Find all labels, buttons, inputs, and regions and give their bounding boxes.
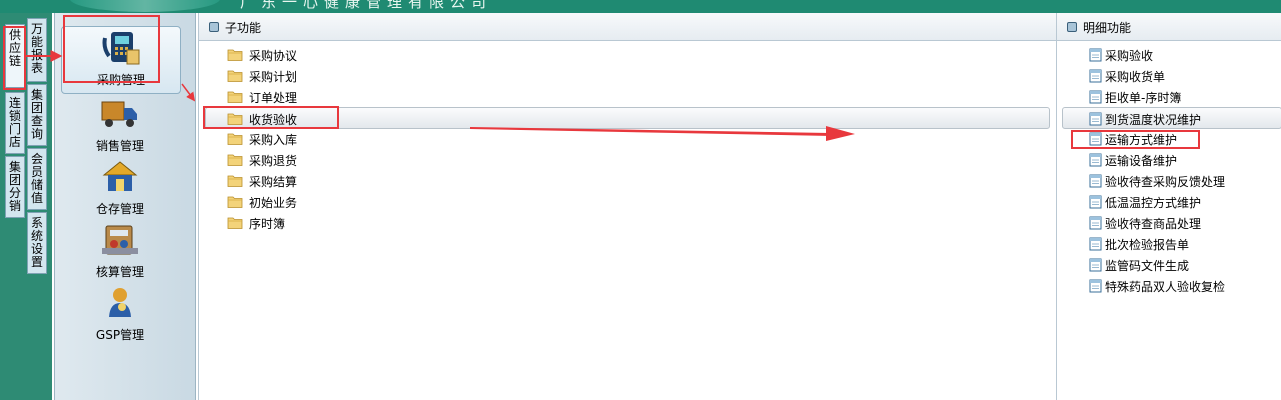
sub-function-item-label: 采购协议 bbox=[249, 49, 298, 63]
sub-function-item[interactable]: 采购协议 bbox=[199, 44, 1056, 64]
document-icon bbox=[1087, 258, 1103, 272]
detail-function-item[interactable]: 批次检验报告单 bbox=[1057, 233, 1281, 253]
sub-function-item[interactable]: 序时簿 bbox=[199, 212, 1056, 232]
document-icon bbox=[1087, 195, 1103, 209]
sub-function-item-label: 订单处理 bbox=[249, 91, 298, 105]
detail-function-item[interactable]: 验收待查采购反馈处理 bbox=[1057, 170, 1281, 190]
detail-function-header: 明细功能 bbox=[1057, 13, 1281, 41]
sub-function-item-label: 采购计划 bbox=[249, 70, 298, 84]
detail-function-item-label: 运输设备维护 bbox=[1105, 154, 1178, 168]
detail-function-item[interactable]: 监管码文件生成 bbox=[1057, 254, 1281, 274]
document-icon bbox=[1087, 279, 1103, 293]
folder-icon bbox=[227, 48, 243, 61]
banner-logo bbox=[70, 0, 220, 12]
document-icon bbox=[1087, 132, 1103, 146]
module-warehouse[interactable]: 仓存管理 bbox=[61, 156, 179, 222]
sub-function-item[interactable]: 初始业务 bbox=[199, 191, 1056, 211]
warehouse-icon bbox=[102, 161, 138, 191]
sub-function-item[interactable]: 采购入库 bbox=[199, 128, 1056, 148]
document-icon bbox=[1087, 112, 1103, 126]
document-icon bbox=[1087, 153, 1103, 167]
vtab-supply-chain[interactable]: 供应链 bbox=[5, 24, 25, 88]
detail-function-item[interactable]: 采购验收 bbox=[1057, 44, 1281, 64]
detail-function-item-label: 拒收单-序时簿 bbox=[1105, 91, 1182, 105]
sub-function-panel: 子功能 采购协议采购计划订单处理收货验收采购入库采购退货采购结算初始业务序时簿 bbox=[198, 13, 1056, 400]
person-icon bbox=[109, 288, 131, 317]
module-purchase[interactable]: 采购管理 bbox=[61, 26, 181, 94]
top-banner: 广东一心健康管理有限公司 bbox=[0, 0, 1281, 13]
truck-icon bbox=[101, 101, 137, 127]
module-accounting-label: 核算管理 bbox=[95, 265, 144, 279]
detail-function-item-label: 到货温度状况维护 bbox=[1105, 113, 1202, 127]
detail-function-item[interactable]: 拒收单-序时簿 bbox=[1057, 86, 1281, 106]
detail-function-item-label: 批次检验报告单 bbox=[1105, 238, 1190, 252]
detail-function-item[interactable]: 低温温控方式维护 bbox=[1057, 191, 1281, 211]
sub-function-item[interactable]: 采购退货 bbox=[199, 149, 1056, 169]
folder-icon bbox=[227, 153, 243, 166]
folder-icon bbox=[227, 216, 243, 229]
folder-icon bbox=[227, 174, 243, 187]
detail-function-item-label: 验收待查采购反馈处理 bbox=[1105, 175, 1226, 189]
sub-function-item-label: 序时簿 bbox=[249, 217, 286, 231]
module-sales[interactable]: 销售管理 bbox=[61, 93, 179, 159]
detail-function-item-label: 验收待查商品处理 bbox=[1105, 217, 1202, 231]
module-gsp[interactable]: GSP管理 bbox=[61, 282, 179, 348]
module-sales-label: 销售管理 bbox=[95, 139, 144, 153]
document-icon bbox=[1087, 174, 1103, 188]
sub-function-title: 子功能 bbox=[225, 21, 262, 35]
folder-icon bbox=[227, 195, 243, 208]
vtab-group-query[interactable]: 集团查询 bbox=[27, 84, 47, 146]
header-square-icon bbox=[209, 22, 219, 32]
document-icon bbox=[1087, 90, 1103, 104]
banner-title: 广东一心健康管理有限公司 bbox=[240, 0, 493, 11]
detail-function-title: 明细功能 bbox=[1083, 21, 1132, 35]
detail-function-item-label: 采购验收 bbox=[1105, 49, 1154, 63]
sub-function-item-label: 初始业务 bbox=[249, 196, 298, 210]
document-icon bbox=[1087, 216, 1103, 230]
vtab-universal-reports[interactable]: 万能报表 bbox=[27, 18, 47, 82]
detail-function-item[interactable]: 特殊药品双人验收复检 bbox=[1057, 275, 1281, 295]
vtab-system-settings[interactable]: 系统设置 bbox=[27, 212, 47, 274]
detail-function-item[interactable]: 验收待查商品处理 bbox=[1057, 212, 1281, 232]
detail-function-item-label: 低温温控方式维护 bbox=[1105, 196, 1202, 210]
detail-function-panel: 明细功能 采购验收采购收货单拒收单-序时簿到货温度状况维护 运输方式维护 运输设备维… bbox=[1056, 13, 1281, 400]
sub-function-header: 子功能 bbox=[199, 13, 1056, 41]
document-icon bbox=[1087, 69, 1103, 83]
sub-function-item[interactable]: 订单处理 bbox=[199, 86, 1056, 106]
sub-function-item[interactable]: 采购结算 bbox=[199, 170, 1056, 190]
vtab-chain-stores[interactable]: 连锁门店 bbox=[5, 92, 25, 154]
detail-function-item-label: 运输方式维护 bbox=[1105, 133, 1178, 147]
detail-function-item-label: 特殊药品双人验收复检 bbox=[1105, 280, 1226, 294]
document-icon bbox=[1087, 48, 1103, 62]
module-purchase-label: 采购管理 bbox=[96, 73, 145, 87]
header-square-icon bbox=[1067, 22, 1077, 32]
module-strip: 采购管理 销售管理 仓存管理 核算管理 GSP管理 bbox=[54, 13, 196, 400]
sub-function-item-label: 采购退货 bbox=[249, 154, 298, 168]
sub-function-item[interactable]: 采购计划 bbox=[199, 65, 1056, 85]
sub-function-item-label: 收货验收 bbox=[249, 113, 298, 127]
detail-function-item[interactable]: 运输设备维护 bbox=[1057, 149, 1281, 169]
vtab-member-stored-value[interactable]: 会员储值 bbox=[27, 148, 47, 210]
vtab-group-distribution[interactable]: 集团分销 bbox=[5, 156, 25, 218]
folder-icon bbox=[227, 132, 243, 145]
detail-function-item-label: 采购收货单 bbox=[1105, 70, 1166, 84]
detail-function-item[interactable]: 采购收货单 bbox=[1057, 65, 1281, 85]
detail-function-item[interactable]: 运输方式维护 bbox=[1057, 128, 1281, 148]
folder-icon bbox=[227, 69, 243, 82]
folder-icon bbox=[227, 112, 243, 125]
document-icon bbox=[1087, 237, 1103, 251]
calculator-icon bbox=[102, 225, 138, 255]
module-warehouse-label: 仓存管理 bbox=[95, 202, 144, 216]
detail-function-item[interactable]: 到货温度状况维护 bbox=[1062, 107, 1281, 129]
sub-function-item-label: 采购结算 bbox=[249, 175, 298, 189]
phone-icon bbox=[102, 32, 140, 65]
detail-function-item-label: 监管码文件生成 bbox=[1105, 259, 1190, 273]
module-accounting[interactable]: 核算管理 bbox=[61, 219, 179, 285]
folder-icon bbox=[227, 90, 243, 103]
sub-function-item-label: 采购入库 bbox=[249, 133, 298, 147]
sub-function-item[interactable]: 收货验收 bbox=[205, 107, 1050, 129]
module-gsp-label: GSP管理 bbox=[95, 328, 145, 342]
